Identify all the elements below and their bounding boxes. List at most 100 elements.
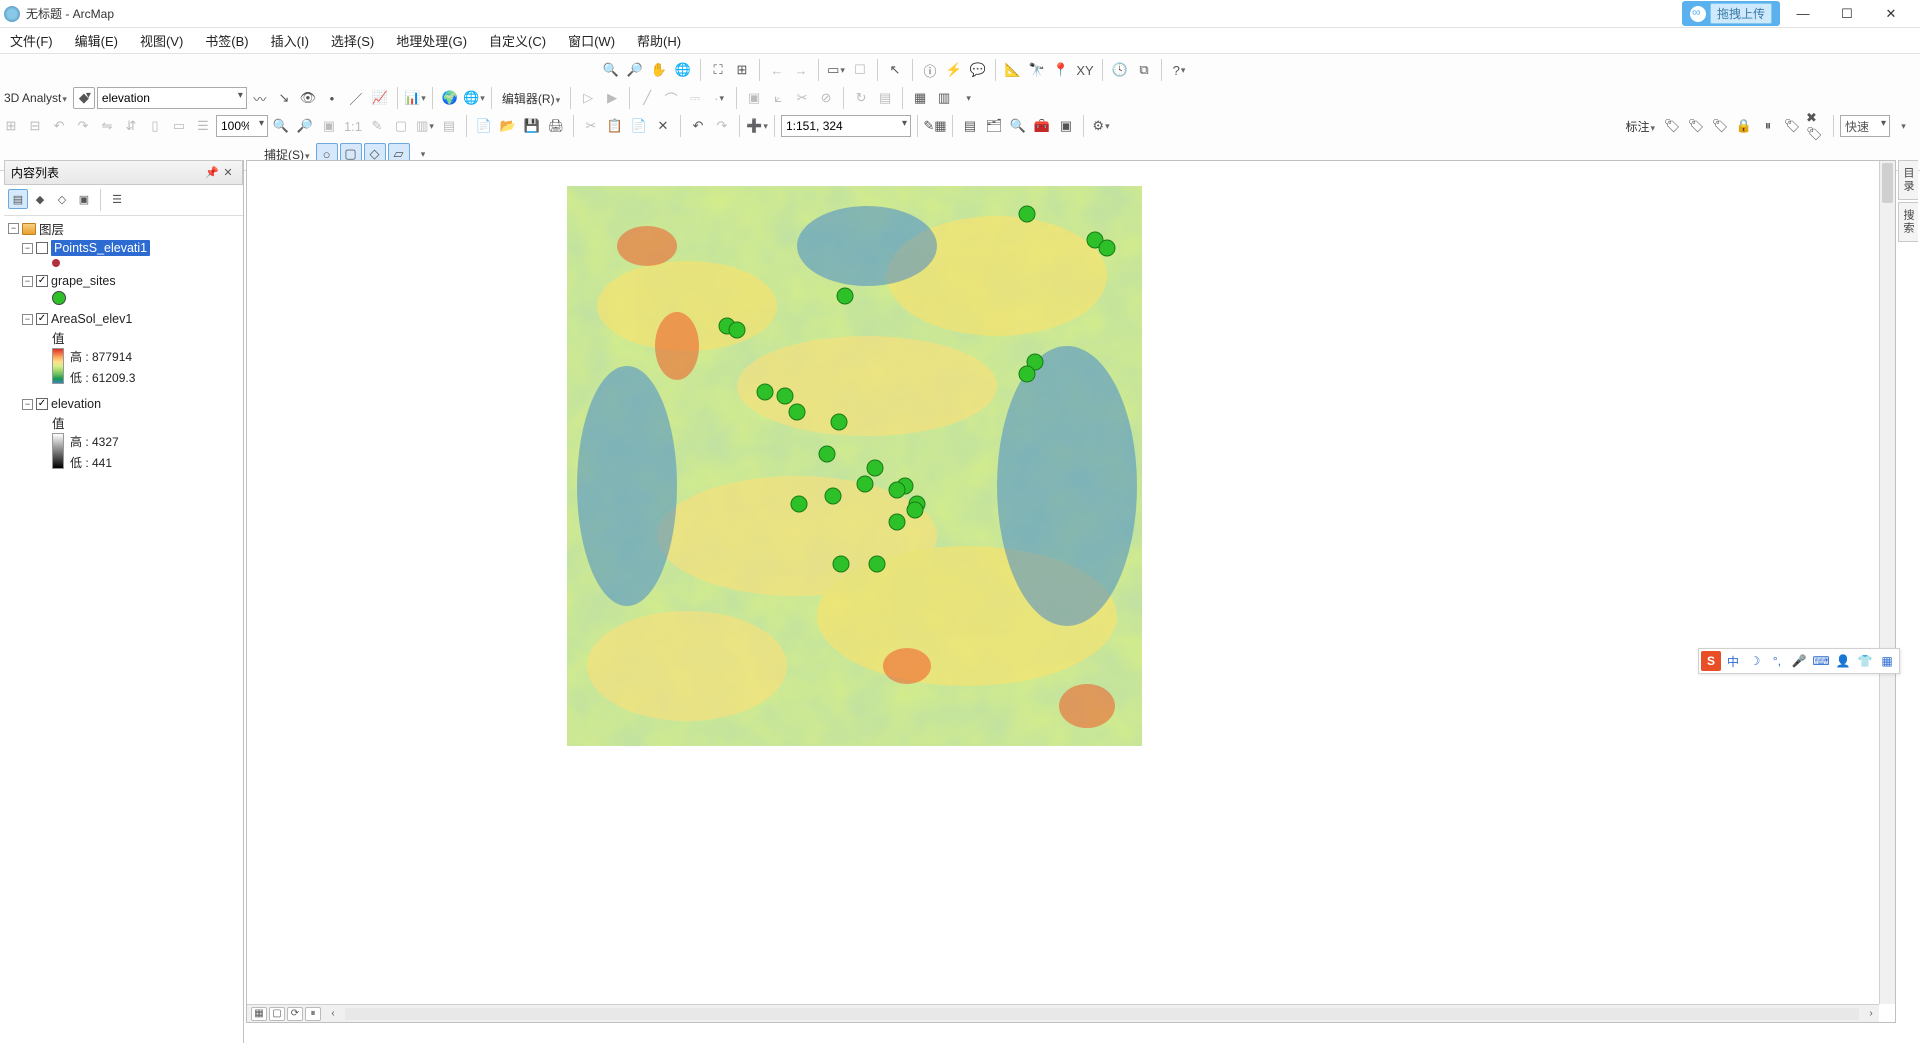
rotate-left-icon[interactable]: ↶: [48, 115, 70, 137]
label-manager-icon[interactable]: 🏷: [1661, 115, 1683, 137]
surface-select[interactable]: [97, 87, 247, 109]
editor-options-icon[interactable]: [957, 87, 979, 109]
tab-catalog[interactable]: 目录: [1898, 160, 1918, 200]
full-extent-icon[interactable]: 🌐: [672, 59, 694, 81]
zoom-out-icon[interactable]: 🔎: [624, 59, 646, 81]
map-point[interactable]: [889, 482, 905, 498]
ime-toolbar[interactable]: S 中 ☽ °, 🎤 ⌨ 👤 👕 ▦: [1698, 648, 1900, 674]
map-view[interactable]: ▦ ▢ ⟳ ⏸ ‹ ›: [246, 160, 1896, 1023]
label-priority-icon[interactable]: 🏷: [1685, 115, 1707, 137]
map-point[interactable]: [729, 322, 745, 338]
minimize-button[interactable]: —: [1790, 4, 1816, 24]
fixed-zoom-in-icon[interactable]: ⛶: [707, 59, 729, 81]
collapse-icon[interactable]: −: [22, 314, 33, 325]
label-weight-icon[interactable]: 🏷: [1709, 115, 1731, 137]
attributes-icon[interactable]: ▤: [874, 87, 896, 109]
ime-logo-icon[interactable]: S: [1701, 651, 1721, 671]
labeling-menu[interactable]: 标注: [1621, 118, 1659, 135]
edit-annotation-icon[interactable]: ▶: [601, 87, 623, 109]
split-icon[interactable]: ⊘: [815, 87, 837, 109]
create-features-icon[interactable]: ▥: [933, 87, 955, 109]
interpolate-line-icon[interactable]: ／: [345, 87, 367, 109]
scroll-right-icon[interactable]: ›: [1863, 1008, 1879, 1019]
ime-keyboard-icon[interactable]: ⌨: [1811, 651, 1831, 671]
undo-icon[interactable]: ↶: [687, 115, 709, 137]
layer-areasol[interactable]: − AreaSol_elev1: [8, 311, 239, 327]
map-scale-select[interactable]: [781, 115, 911, 137]
prev-extent-icon[interactable]: ←: [766, 59, 788, 81]
open-doc-icon[interactable]: 📂: [497, 115, 519, 137]
fixed-zoom-out-icon[interactable]: ⊞: [731, 59, 753, 81]
layer-checkbox[interactable]: [36, 313, 48, 325]
view-unplaced-icon[interactable]: 🏷: [1781, 115, 1803, 137]
layer-elevation[interactable]: − elevation: [8, 396, 239, 412]
endpoint-arc-icon[interactable]: ⌒: [660, 87, 682, 109]
surface-input[interactable]: [97, 87, 247, 109]
ungroup-icon[interactable]: ⊟: [24, 115, 46, 137]
layer-grape[interactable]: − grape_sites: [8, 273, 239, 289]
next-extent-icon[interactable]: →: [790, 59, 812, 81]
zoom-in-layout-icon[interactable]: 🔍: [270, 115, 292, 137]
maximize-button[interactable]: ☐: [1834, 4, 1860, 24]
menu-view[interactable]: 视图(V): [136, 29, 187, 52]
menu-windows[interactable]: 窗口(W): [564, 29, 619, 52]
model-builder-icon[interactable]: ⚙: [1090, 115, 1112, 137]
zoom-percent-input[interactable]: [216, 115, 268, 137]
layout-view-icon[interactable]: ▢: [269, 1007, 285, 1021]
pause-labels-icon[interactable]: ⏸: [1757, 115, 1779, 137]
map-point[interactable]: [867, 460, 883, 476]
select-features-icon[interactable]: ▭: [825, 59, 847, 81]
layer-checkbox[interactable]: [36, 398, 48, 410]
python-window-icon[interactable]: ▣: [1055, 115, 1077, 137]
create-viewer-icon[interactable]: ⧉: [1133, 59, 1155, 81]
list-by-source-icon[interactable]: ◆: [30, 189, 50, 209]
ime-moon-icon[interactable]: ☽: [1745, 651, 1765, 671]
abbrev-dict-icon[interactable]: ✖🏷: [1805, 115, 1827, 137]
rotate-right-icon[interactable]: ↷: [72, 115, 94, 137]
steepest-path-icon[interactable]: ↘: [273, 87, 295, 109]
save-doc-icon[interactable]: 💾: [521, 115, 543, 137]
arctoolbox-icon[interactable]: 🧰: [1031, 115, 1053, 137]
menu-insert[interactable]: 插入(I): [267, 29, 313, 52]
pan-icon[interactable]: ✋: [648, 59, 670, 81]
menu-file[interactable]: 文件(F): [6, 29, 57, 52]
map-point[interactable]: [791, 496, 807, 512]
line-of-sight-icon[interactable]: 👁: [297, 87, 319, 109]
map-canvas[interactable]: [567, 186, 1142, 746]
list-by-selection-icon[interactable]: ▣: [74, 189, 94, 209]
rotate-icon[interactable]: ↻: [850, 87, 872, 109]
list-by-drawing-icon[interactable]: ▤: [8, 189, 28, 209]
map-point[interactable]: [1019, 206, 1035, 222]
label-engine-input[interactable]: [1840, 115, 1890, 137]
pause-drawing-icon[interactable]: ⏸: [305, 1007, 321, 1021]
zoom-page-icon[interactable]: ▣: [318, 115, 340, 137]
profile-graph-icon[interactable]: 📈: [369, 87, 391, 109]
editor-toolbar-icon[interactable]: ✎▦: [924, 115, 946, 137]
toggle-draft-icon[interactable]: ✎: [366, 115, 388, 137]
trace-icon[interactable]: ⎓: [684, 87, 706, 109]
distribute-h-icon[interactable]: ▯: [144, 115, 166, 137]
cloud-upload-button[interactable]: 拖拽上传: [1682, 1, 1780, 26]
toc-icon[interactable]: ▤: [959, 115, 981, 137]
menu-selection[interactable]: 选择(S): [327, 29, 378, 52]
zoom-percent-select[interactable]: [216, 115, 268, 137]
interpolate-point-icon[interactable]: •: [321, 87, 343, 109]
find-icon[interactable]: 🔭: [1026, 59, 1048, 81]
map-scale-input[interactable]: [781, 115, 911, 137]
layer-checkbox[interactable]: [36, 275, 48, 287]
map-point[interactable]: [869, 556, 885, 572]
map-point[interactable]: [819, 446, 835, 462]
select-elements-icon[interactable]: ↖: [884, 59, 906, 81]
zoom-100-icon[interactable]: 1:1: [342, 115, 364, 137]
collapse-icon[interactable]: −: [22, 276, 33, 287]
menu-geoprocessing[interactable]: 地理处理(G): [392, 29, 471, 52]
cut-polygons-icon[interactable]: ✂: [791, 87, 813, 109]
group-icon[interactable]: ⊞: [0, 115, 22, 137]
catalog-window-icon[interactable]: 🗂: [983, 115, 1005, 137]
label-toolbar-options[interactable]: [1892, 115, 1914, 137]
copy-icon[interactable]: 📋: [604, 115, 626, 137]
create-graph-icon[interactable]: 📊: [404, 87, 426, 109]
vertical-scrollbar[interactable]: [1879, 161, 1895, 1004]
map-point[interactable]: [789, 404, 805, 420]
reshape-icon[interactable]: ⟀: [767, 87, 789, 109]
